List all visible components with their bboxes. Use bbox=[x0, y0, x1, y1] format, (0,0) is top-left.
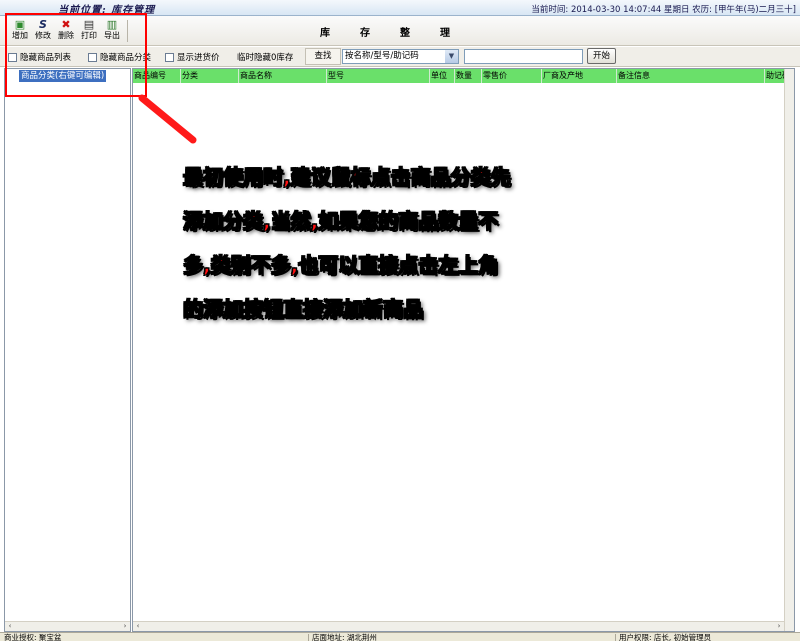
callout-line: 添加分类,当然,如果您的商品数量不 bbox=[183, 209, 499, 234]
callout-line: 的添加按钮直接添加新商品 bbox=[183, 297, 424, 322]
callout-line: 多,类别不多,也可以直接点击左上角 bbox=[183, 253, 499, 278]
callout-line: 最初使用时,建议鼠标点击商品分类先 bbox=[183, 165, 512, 190]
tutorial-callout: 最初使用时,建议鼠标点击商品分类先 添加分类,当然,如果您的商品数量不 多,类别… bbox=[183, 155, 603, 331]
